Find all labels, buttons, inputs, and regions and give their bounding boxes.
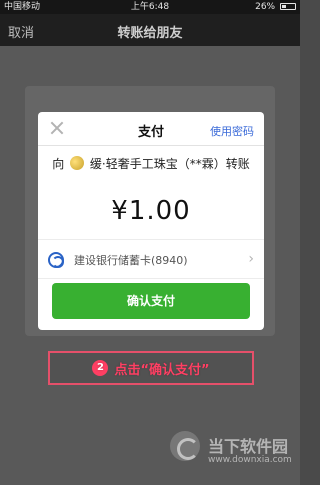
watermark: 当下软件园 www.downxia.com <box>170 427 292 475</box>
watermark-logo-icon <box>170 431 200 461</box>
use-password-link[interactable]: 使用密码 <box>210 123 254 139</box>
confirm-payment-button[interactable]: 确认支付 <box>52 283 250 319</box>
amount: ¥1.00 <box>111 196 191 226</box>
instruction-banner: 2 点击“确认支付” <box>48 351 254 385</box>
payment-method-row[interactable]: 建设银行储蓄卡(8940) › <box>38 239 264 279</box>
recipient-line: 向 缓·轻奢手工珠宝（**霖）转账 <box>52 156 250 172</box>
watermark-url: www.downxia.com <box>208 455 292 465</box>
payment-method-label: 建设银行储蓄卡(8940) <box>74 254 188 267</box>
page-title: 转账给朋友 <box>117 26 183 41</box>
nav-bar: 取消 转账给朋友 <box>0 14 300 46</box>
bank-icon <box>48 252 64 268</box>
payment-modal: 支付 使用密码 向 缓·轻奢手工珠宝（**霖）转账 ¥1.00 建设银行储蓄卡(… <box>38 112 264 330</box>
watermark-name: 当下软件园 <box>208 437 289 456</box>
battery-icon <box>280 3 296 10</box>
recipient-name: 缓·轻奢手工珠宝（**霖）转账 <box>89 157 250 171</box>
instruction-text: 点击“确认支付” <box>114 362 210 378</box>
avatar <box>70 156 85 170</box>
status-bar: 中国移动 上午6:48 26% <box>0 0 300 14</box>
step-badge: 2 <box>92 360 109 376</box>
chevron-right-icon: › <box>248 251 254 267</box>
status-right: 26% <box>255 0 296 14</box>
recipient-prefix: 向 <box>52 157 65 171</box>
battery-percent: 26% <box>255 2 276 12</box>
modal-header: 支付 使用密码 <box>38 112 264 146</box>
